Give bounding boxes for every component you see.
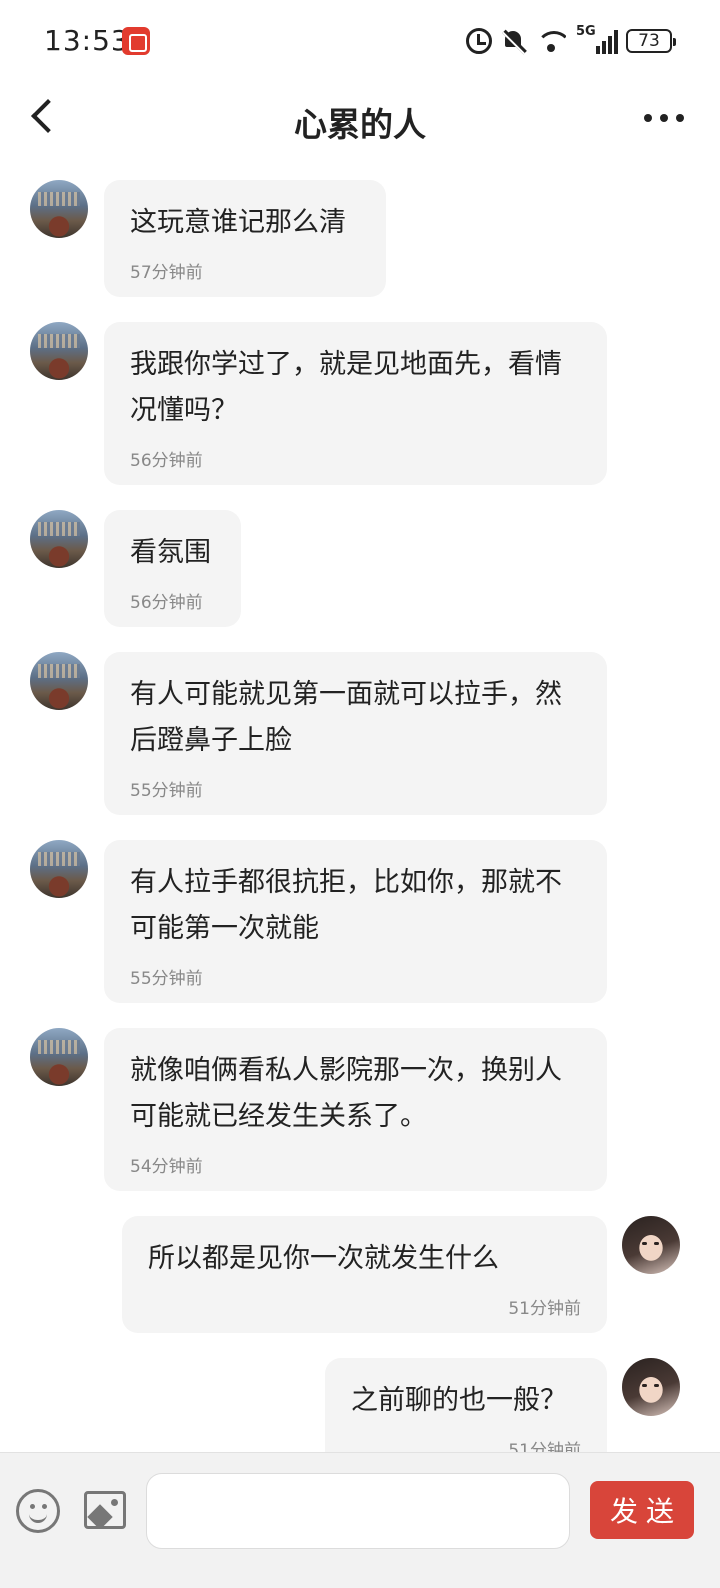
battery-icon: 73 xyxy=(626,29,676,53)
mute-bell-icon xyxy=(502,29,526,53)
message-item: 之前聊的也一般？ 51分钟前 xyxy=(0,1358,720,1452)
app-notification-icon xyxy=(122,27,150,55)
message-item: 所以都是见你一次就发生什么 51分钟前 xyxy=(0,1216,720,1333)
message-bubble[interactable]: 之前聊的也一般？ 51分钟前 xyxy=(325,1358,607,1452)
status-bar: 13:53 5G 73 xyxy=(0,0,720,84)
message-time: 56分钟前 xyxy=(130,451,203,471)
alarm-icon xyxy=(466,28,492,54)
image-picker-icon[interactable] xyxy=(84,1491,126,1529)
contact-avatar[interactable] xyxy=(30,510,88,568)
message-time: 51分钟前 xyxy=(508,1441,581,1452)
user-avatar[interactable] xyxy=(622,1358,680,1416)
chat-header: 心累的人 xyxy=(0,84,720,156)
network-type-label: 5G xyxy=(576,24,596,39)
message-item: 有人拉手都很抗拒，比如你，那就不可能第一次就能 55分钟前 xyxy=(0,840,720,1003)
message-time: 56分钟前 xyxy=(130,593,203,613)
more-options-icon[interactable] xyxy=(644,114,684,124)
message-time: 57分钟前 xyxy=(130,263,203,283)
message-item: 我跟你学过了，就是见地面先，看情况懂吗？ 56分钟前 xyxy=(0,322,720,485)
wifi-icon xyxy=(536,29,566,53)
contact-avatar[interactable] xyxy=(30,180,88,238)
status-time: 13:53 xyxy=(44,24,130,57)
message-time: 54分钟前 xyxy=(130,1157,203,1177)
cellular-signal-icon: 5G xyxy=(576,24,618,54)
message-bubble[interactable]: 我跟你学过了，就是见地面先，看情况懂吗？ 56分钟前 xyxy=(104,322,607,485)
message-text: 有人可能就见第一面就可以拉手，然后蹬鼻子上脸 xyxy=(130,679,562,756)
message-bubble[interactable]: 有人拉手都很抗拒，比如你，那就不可能第一次就能 55分钟前 xyxy=(104,840,607,1003)
contact-avatar[interactable] xyxy=(30,1028,88,1086)
message-bubble[interactable]: 就像咱俩看私人影院那一次，换别人可能就已经发生关系了。 54分钟前 xyxy=(104,1028,607,1191)
battery-level: 73 xyxy=(638,31,660,51)
message-time: 55分钟前 xyxy=(130,781,203,801)
message-input-bar: 发送 xyxy=(0,1452,720,1588)
page-title: 心累的人 xyxy=(294,105,426,144)
message-item: 就像咱俩看私人影院那一次，换别人可能就已经发生关系了。 54分钟前 xyxy=(0,1028,720,1191)
send-button[interactable]: 发送 xyxy=(590,1481,694,1539)
contact-avatar[interactable] xyxy=(30,322,88,380)
message-input[interactable] xyxy=(146,1473,570,1549)
message-text: 看氛围 xyxy=(130,537,211,568)
message-time: 51分钟前 xyxy=(508,1299,581,1319)
message-time: 55分钟前 xyxy=(130,969,203,989)
message-item: 这玩意谁记那么清 57分钟前 xyxy=(0,180,720,297)
message-text: 有人拉手都很抗拒，比如你，那就不可能第一次就能 xyxy=(130,867,562,944)
chat-message-list[interactable]: 这玩意谁记那么清 57分钟前 我跟你学过了，就是见地面先，看情况懂吗？ 56分钟… xyxy=(0,160,720,1452)
message-text: 我跟你学过了，就是见地面先，看情况懂吗？ xyxy=(130,349,562,426)
emoji-icon[interactable] xyxy=(16,1489,60,1533)
message-text: 这玩意谁记那么清 xyxy=(130,207,346,238)
user-avatar[interactable] xyxy=(622,1216,680,1274)
message-item: 看氛围 56分钟前 xyxy=(0,510,720,627)
message-bubble[interactable]: 有人可能就见第一面就可以拉手，然后蹬鼻子上脸 55分钟前 xyxy=(104,652,607,815)
contact-avatar[interactable] xyxy=(30,652,88,710)
message-text: 所以都是见你一次就发生什么 xyxy=(148,1243,499,1274)
message-text: 之前聊的也一般？ xyxy=(351,1385,567,1416)
message-bubble[interactable]: 这玩意谁记那么清 57分钟前 xyxy=(104,180,386,297)
status-icons: 5G 73 xyxy=(466,24,676,56)
message-text: 就像咱俩看私人影院那一次，换别人可能就已经发生关系了。 xyxy=(130,1055,562,1132)
message-bubble[interactable]: 所以都是见你一次就发生什么 51分钟前 xyxy=(122,1216,607,1333)
message-item: 有人可能就见第一面就可以拉手，然后蹬鼻子上脸 55分钟前 xyxy=(0,652,720,815)
message-bubble[interactable]: 看氛围 56分钟前 xyxy=(104,510,241,627)
contact-avatar[interactable] xyxy=(30,840,88,898)
